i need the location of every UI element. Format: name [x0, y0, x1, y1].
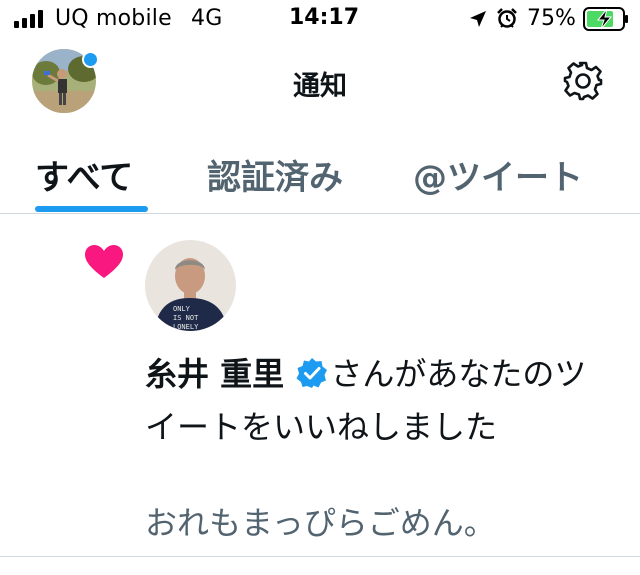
tab-all[interactable]: すべて [35, 150, 133, 199]
tab-verified[interactable]: 認証済み [207, 150, 343, 199]
svg-text:ONLY: ONLY [173, 305, 191, 313]
notification-divider [0, 556, 640, 557]
active-tab-indicator [35, 206, 148, 212]
settings-gear-icon[interactable] [560, 58, 606, 104]
tab-mentions[interactable]: @ツイート [413, 150, 583, 199]
liked-tweet-text[interactable]: おれもまっぴらごめん。 [145, 499, 496, 547]
alarm-icon [497, 8, 517, 28]
location-icon [470, 11, 486, 27]
carrier-name: UQ mobile [55, 6, 172, 31]
page-title: 通知 [293, 71, 347, 102]
tabs-divider [0, 213, 640, 214]
network-type: 4G [191, 6, 223, 31]
user-name[interactable]: 糸井 重里 [145, 355, 284, 393]
battery-percent: 75% [527, 6, 576, 31]
signal-icon [14, 10, 43, 28]
status-time: 14:17 [289, 5, 360, 30]
user-avatar[interactable]: ONLY IS NOT LONELY [145, 240, 236, 331]
verified-badge-icon [296, 358, 328, 388]
notification-text[interactable]: 糸井 重里 さんがあなたのツイートをいいねしました [145, 348, 615, 454]
status-carrier: UQ mobile 4G [55, 6, 222, 31]
status-bar: UQ mobile 4G 14:17 75% [0, 0, 640, 38]
heart-icon [85, 245, 123, 278]
battery-charging-icon [583, 7, 628, 31]
svg-text:IS NOT: IS NOT [173, 314, 199, 322]
svg-text:LONELY: LONELY [173, 323, 199, 331]
